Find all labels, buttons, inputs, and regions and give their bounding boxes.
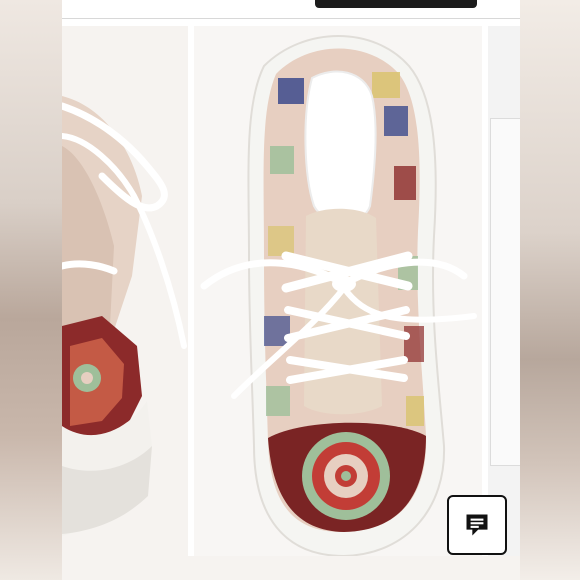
carousel-slide-previous[interactable] (62, 26, 188, 556)
top-bar (62, 0, 520, 19)
bottom-area (62, 556, 520, 580)
shoe-laces-image (62, 26, 188, 556)
screen (0, 0, 580, 580)
crochet-sneaker-image (194, 26, 482, 556)
carousel-slide-current[interactable] (194, 26, 482, 556)
next-image-preview (490, 118, 520, 466)
product-image-card (62, 0, 520, 580)
blurred-background-left (0, 0, 62, 580)
chat-bubble-icon (466, 514, 488, 536)
blurred-background-right (520, 0, 580, 580)
chat-button[interactable] (447, 495, 507, 555)
top-action-button[interactable] (315, 0, 477, 8)
image-carousel[interactable] (62, 26, 520, 556)
carousel-slide-next[interactable] (488, 26, 520, 556)
